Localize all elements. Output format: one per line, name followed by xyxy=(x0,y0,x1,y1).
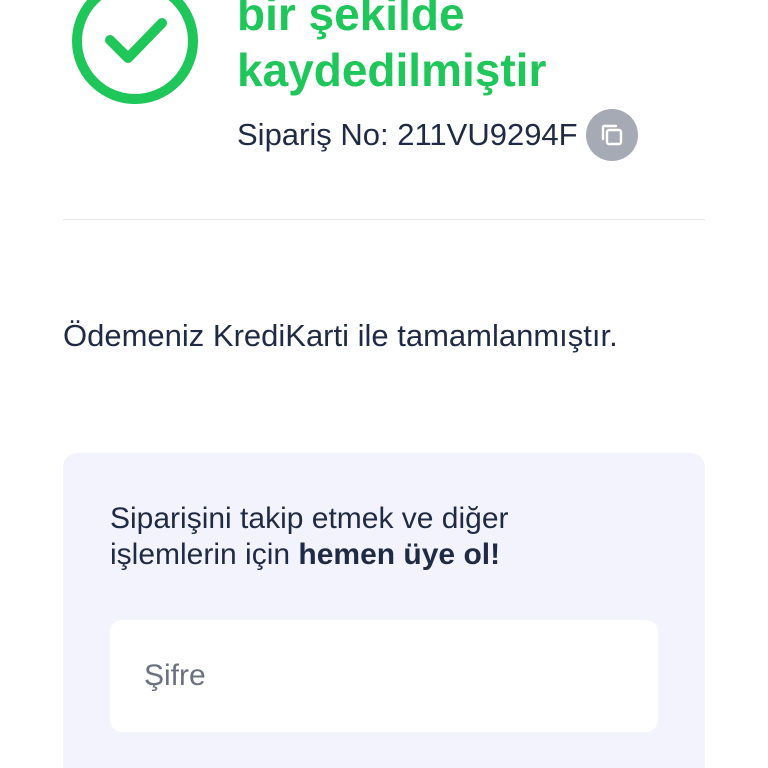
success-title-line1: bir şekilde xyxy=(237,0,465,40)
signup-prompt-cta: hemen üye ol! xyxy=(298,538,501,571)
check-circle-icon xyxy=(72,0,198,104)
order-number: Sipariş No: 211VU9294F xyxy=(237,117,578,152)
copy-order-number-button[interactable] xyxy=(585,109,638,161)
payment-message: Ödemeniz KrediKarti ile tamamlanmıştır. xyxy=(63,318,618,353)
order-number-row: Sipariş No: 211VU9294F xyxy=(237,108,638,162)
signup-prompt: Siparişini takip etmek ve diğer işlemler… xyxy=(110,501,509,573)
signup-card: Siparişini takip etmek ve diğer işlemler… xyxy=(63,453,705,768)
copy-icon xyxy=(601,124,622,146)
divider xyxy=(63,219,705,220)
password-field[interactable]: Şifre xyxy=(110,620,658,732)
signup-prompt-line1: Siparişini takip etmek ve diğer xyxy=(110,502,509,535)
signup-prompt-line2: işlemlerin için hemen üye ol! xyxy=(110,537,509,573)
signup-prompt-prefix: işlemlerin için xyxy=(110,538,299,571)
order-success-page: bir şekilde kaydedilmiştir Sipariş No: 2… xyxy=(0,0,768,768)
success-title: bir şekilde kaydedilmiştir xyxy=(237,0,546,98)
success-title-line2: kaydedilmiştir xyxy=(237,44,547,96)
password-placeholder: Şifre xyxy=(144,659,206,692)
